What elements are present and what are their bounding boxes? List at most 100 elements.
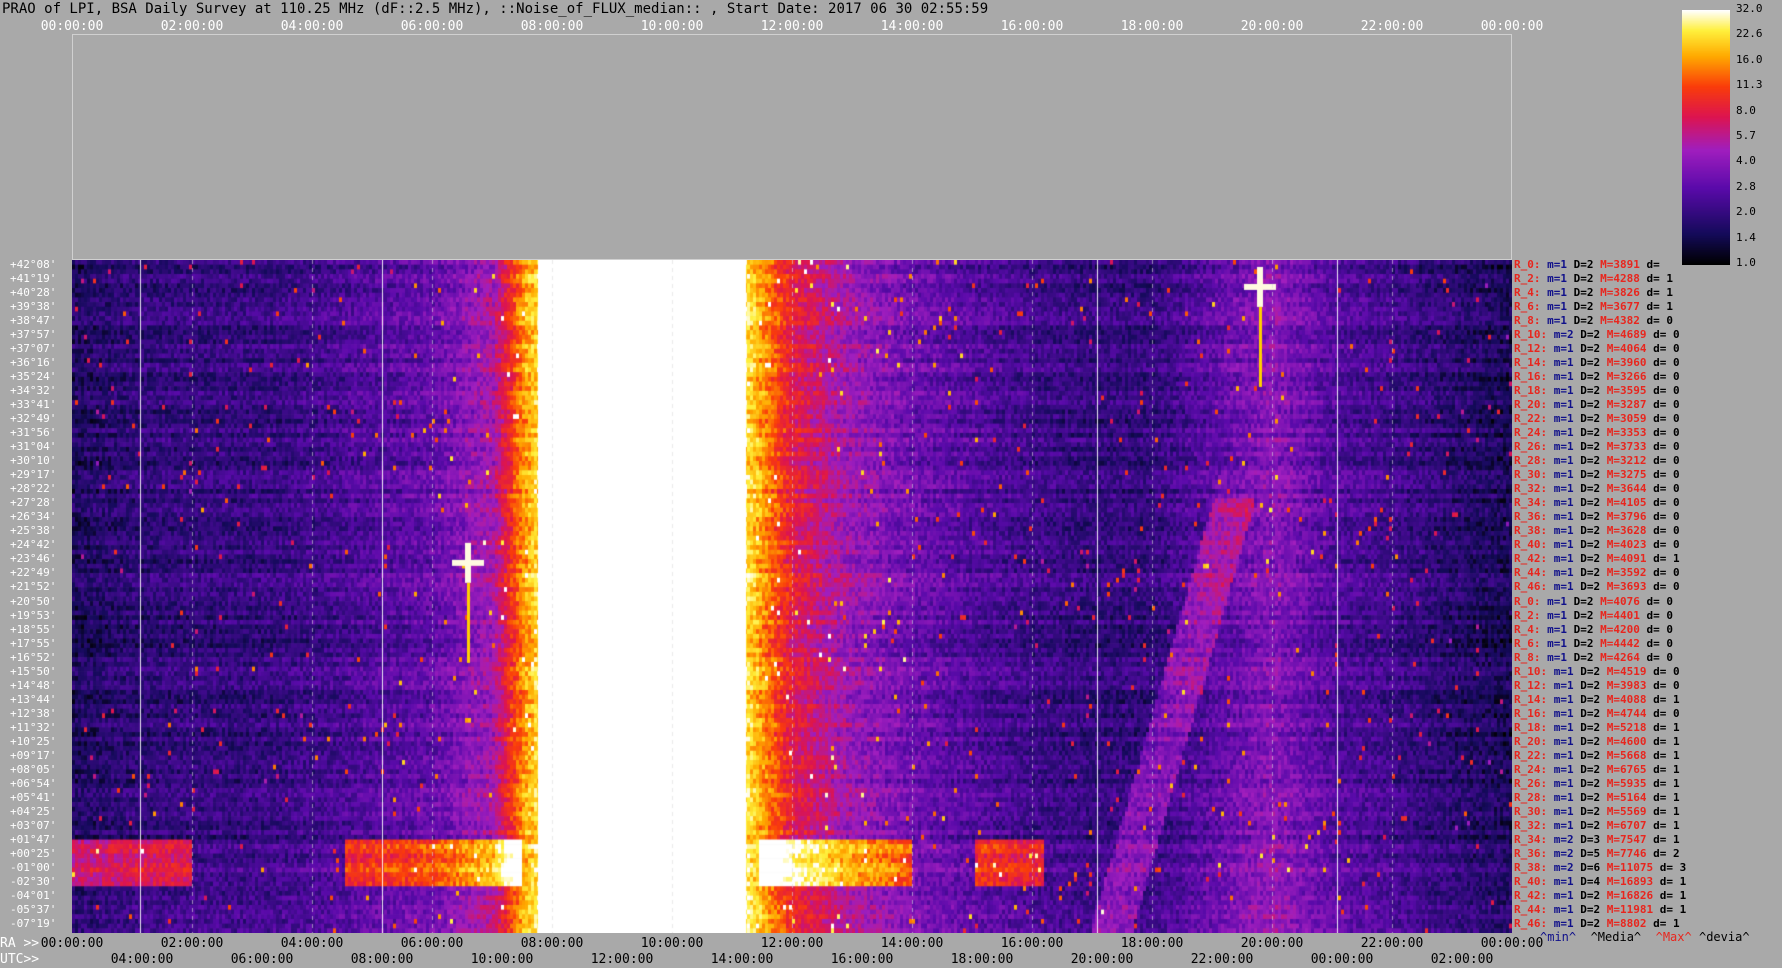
stat-max: M=4600 (1606, 734, 1647, 748)
stat-dev-range: D=2 (1580, 748, 1601, 762)
utc-axis-label: UTC>> (0, 952, 40, 967)
declination-label: +16°52' (10, 650, 57, 664)
stat-dev-range: D=2 (1580, 790, 1601, 804)
stat-dev-range: D=2 (1580, 580, 1601, 594)
stat-dev: d= 3 (1659, 860, 1687, 874)
declination-label: +06°54' (10, 776, 57, 790)
declination-label: +30°10' (10, 454, 57, 468)
declination-label: +25°38' (10, 524, 57, 538)
ra-tick-label: 14:00:00 (880, 936, 944, 951)
stat-dev-range: D=2 (1580, 902, 1601, 916)
top-tick-label: 00:00:00 (40, 19, 104, 34)
ra-axis-label: RA >> (0, 936, 40, 951)
stat-max: M=3796 (1606, 510, 1647, 524)
stat-dev: d= 1 (1653, 692, 1680, 706)
ra-tick-label: 16:00:00 (1000, 936, 1064, 951)
declination-label: +35°24' (10, 370, 57, 384)
stat-max: M=3595 (1606, 384, 1647, 398)
stat-dev-range: D=2 (1580, 482, 1601, 496)
stat-dev: d= 0 (1653, 496, 1680, 510)
stat-dev: d= 1 (1653, 804, 1680, 818)
stat-dev-range: D=2 (1580, 776, 1601, 790)
utc-tick-label: 16:00:00 (830, 952, 894, 967)
utc-tick-label: 04:00:00 (110, 952, 174, 967)
stat-row: R_8: m=1 D=2 M=4264 d= 0 (1514, 651, 1673, 664)
stat-min: m=1 (1553, 678, 1574, 692)
declination-label: -05°37' (10, 902, 57, 916)
stat-dev: d= 1 (1653, 734, 1680, 748)
stat-min: m=1 (1547, 300, 1567, 314)
stat-row: R_24: m=1 D=2 M=6765 d= 1 (1514, 763, 1680, 776)
stat-dev: d= 0 (1653, 468, 1680, 482)
stat-dev-range: D=2 (1580, 356, 1601, 370)
stat-dev-range: D=2 (1580, 678, 1601, 692)
stat-min: m=2 (1553, 328, 1574, 342)
stat-dev: d= 0 (1646, 622, 1674, 636)
stat-dev: d= 1 (1646, 300, 1674, 314)
declination-label: -01°00' (10, 860, 57, 874)
stat-max: M=4023 (1606, 538, 1647, 552)
stat-row-id: R_6: (1514, 300, 1541, 314)
stat-dev: d= 0 (1653, 454, 1680, 468)
ra-tick-label: 20:00:00 (1240, 936, 1304, 951)
stat-row: R_40: m=1 D=2 M=4023 d= 0 (1514, 538, 1680, 551)
stat-row: R_38: m=1 D=2 M=3628 d= 0 (1514, 524, 1680, 537)
stat-min: m=1 (1553, 440, 1574, 454)
stat-row: R_34: m=1 D=2 M=4105 d= 0 (1514, 496, 1680, 509)
stat-max: M=3059 (1606, 412, 1647, 426)
declination-label: +09°17' (10, 748, 57, 762)
stat-min: m=2 (1553, 846, 1574, 860)
stat-row: R_32: m=1 D=2 M=6707 d= 1 (1514, 819, 1680, 832)
stat-dev: d= 0 (1653, 538, 1680, 552)
stat-dev: d= 0 (1646, 314, 1674, 328)
declination-label: +00°25' (10, 846, 57, 860)
stat-dev: d= 0 (1653, 342, 1680, 356)
stat-row-id: R_4: (1514, 622, 1541, 636)
stat-max: M=3266 (1606, 370, 1647, 384)
stat-row: R_16: m=1 D=2 M=4744 d= 0 (1514, 707, 1680, 720)
utc-tick-label: 18:00:00 (950, 952, 1014, 967)
colorbar-tick-label: 32.0 (1736, 2, 1763, 15)
stat-row-id: R_10: (1514, 328, 1548, 342)
colorbar-tick-label: 8.0 (1736, 103, 1756, 117)
stat-dev: d= 0 (1653, 482, 1680, 496)
stat-dev-range: D=2 (1580, 510, 1601, 524)
ra-tick-label: 12:00:00 (760, 936, 824, 951)
ra-tick-label: 00:00:00 (40, 936, 104, 951)
stat-row-id: R_16: (1514, 706, 1548, 720)
stat-dev-range: D=2 (1580, 916, 1601, 930)
stat-row: R_34: m=2 D=3 M=7547 d= 1 (1514, 833, 1680, 846)
stat-min: m=2 (1553, 860, 1574, 874)
stat-dev-range: D=2 (1573, 622, 1594, 636)
colorbar-tick-label: 2.8 (1736, 179, 1756, 193)
stat-dev-range: D=2 (1580, 762, 1601, 776)
stat-row: R_4: m=1 D=2 M=3826 d= 1 (1514, 286, 1673, 299)
stat-dev: d= 0 (1653, 412, 1680, 426)
top-tick-label: 08:00:00 (520, 19, 584, 34)
stat-row: R_32: m=1 D=2 M=3644 d= 0 (1514, 482, 1680, 495)
stat-dev: d= 1 (1646, 272, 1674, 286)
declination-label: +15°50' (10, 664, 57, 678)
stat-max: M=5569 (1606, 804, 1647, 818)
colorbar-tick-label: 22.6 (1736, 27, 1763, 41)
declination-label: +10°25' (10, 734, 57, 748)
utc-tick-label: 22:00:00 (1190, 952, 1254, 967)
top-tick-label: 04:00:00 (280, 19, 344, 34)
stat-min: m=1 (1553, 874, 1574, 888)
stat-max: M=4064 (1606, 342, 1647, 356)
stat-dev: d= 0 (1646, 636, 1674, 650)
stat-row-id: R_34: (1514, 496, 1548, 510)
stat-row-id: R_38: (1514, 524, 1548, 538)
stat-max: M=3644 (1606, 482, 1647, 496)
stat-min: m=1 (1547, 636, 1567, 650)
stat-min: m=1 (1553, 510, 1574, 524)
stat-row-id: R_12: (1514, 342, 1548, 356)
stat-min: m=1 (1553, 538, 1574, 552)
upper-empty-panel (72, 34, 1512, 260)
stat-row: R_12: m=1 D=2 M=3983 d= 0 (1514, 679, 1680, 692)
utc-tick-label: 20:00:00 (1070, 952, 1134, 967)
declination-label: +32°49' (10, 412, 57, 426)
stat-dev-range: D=2 (1580, 538, 1601, 552)
stat-row-id: R_8: (1514, 650, 1541, 664)
stat-max: M=11981 (1606, 902, 1654, 916)
